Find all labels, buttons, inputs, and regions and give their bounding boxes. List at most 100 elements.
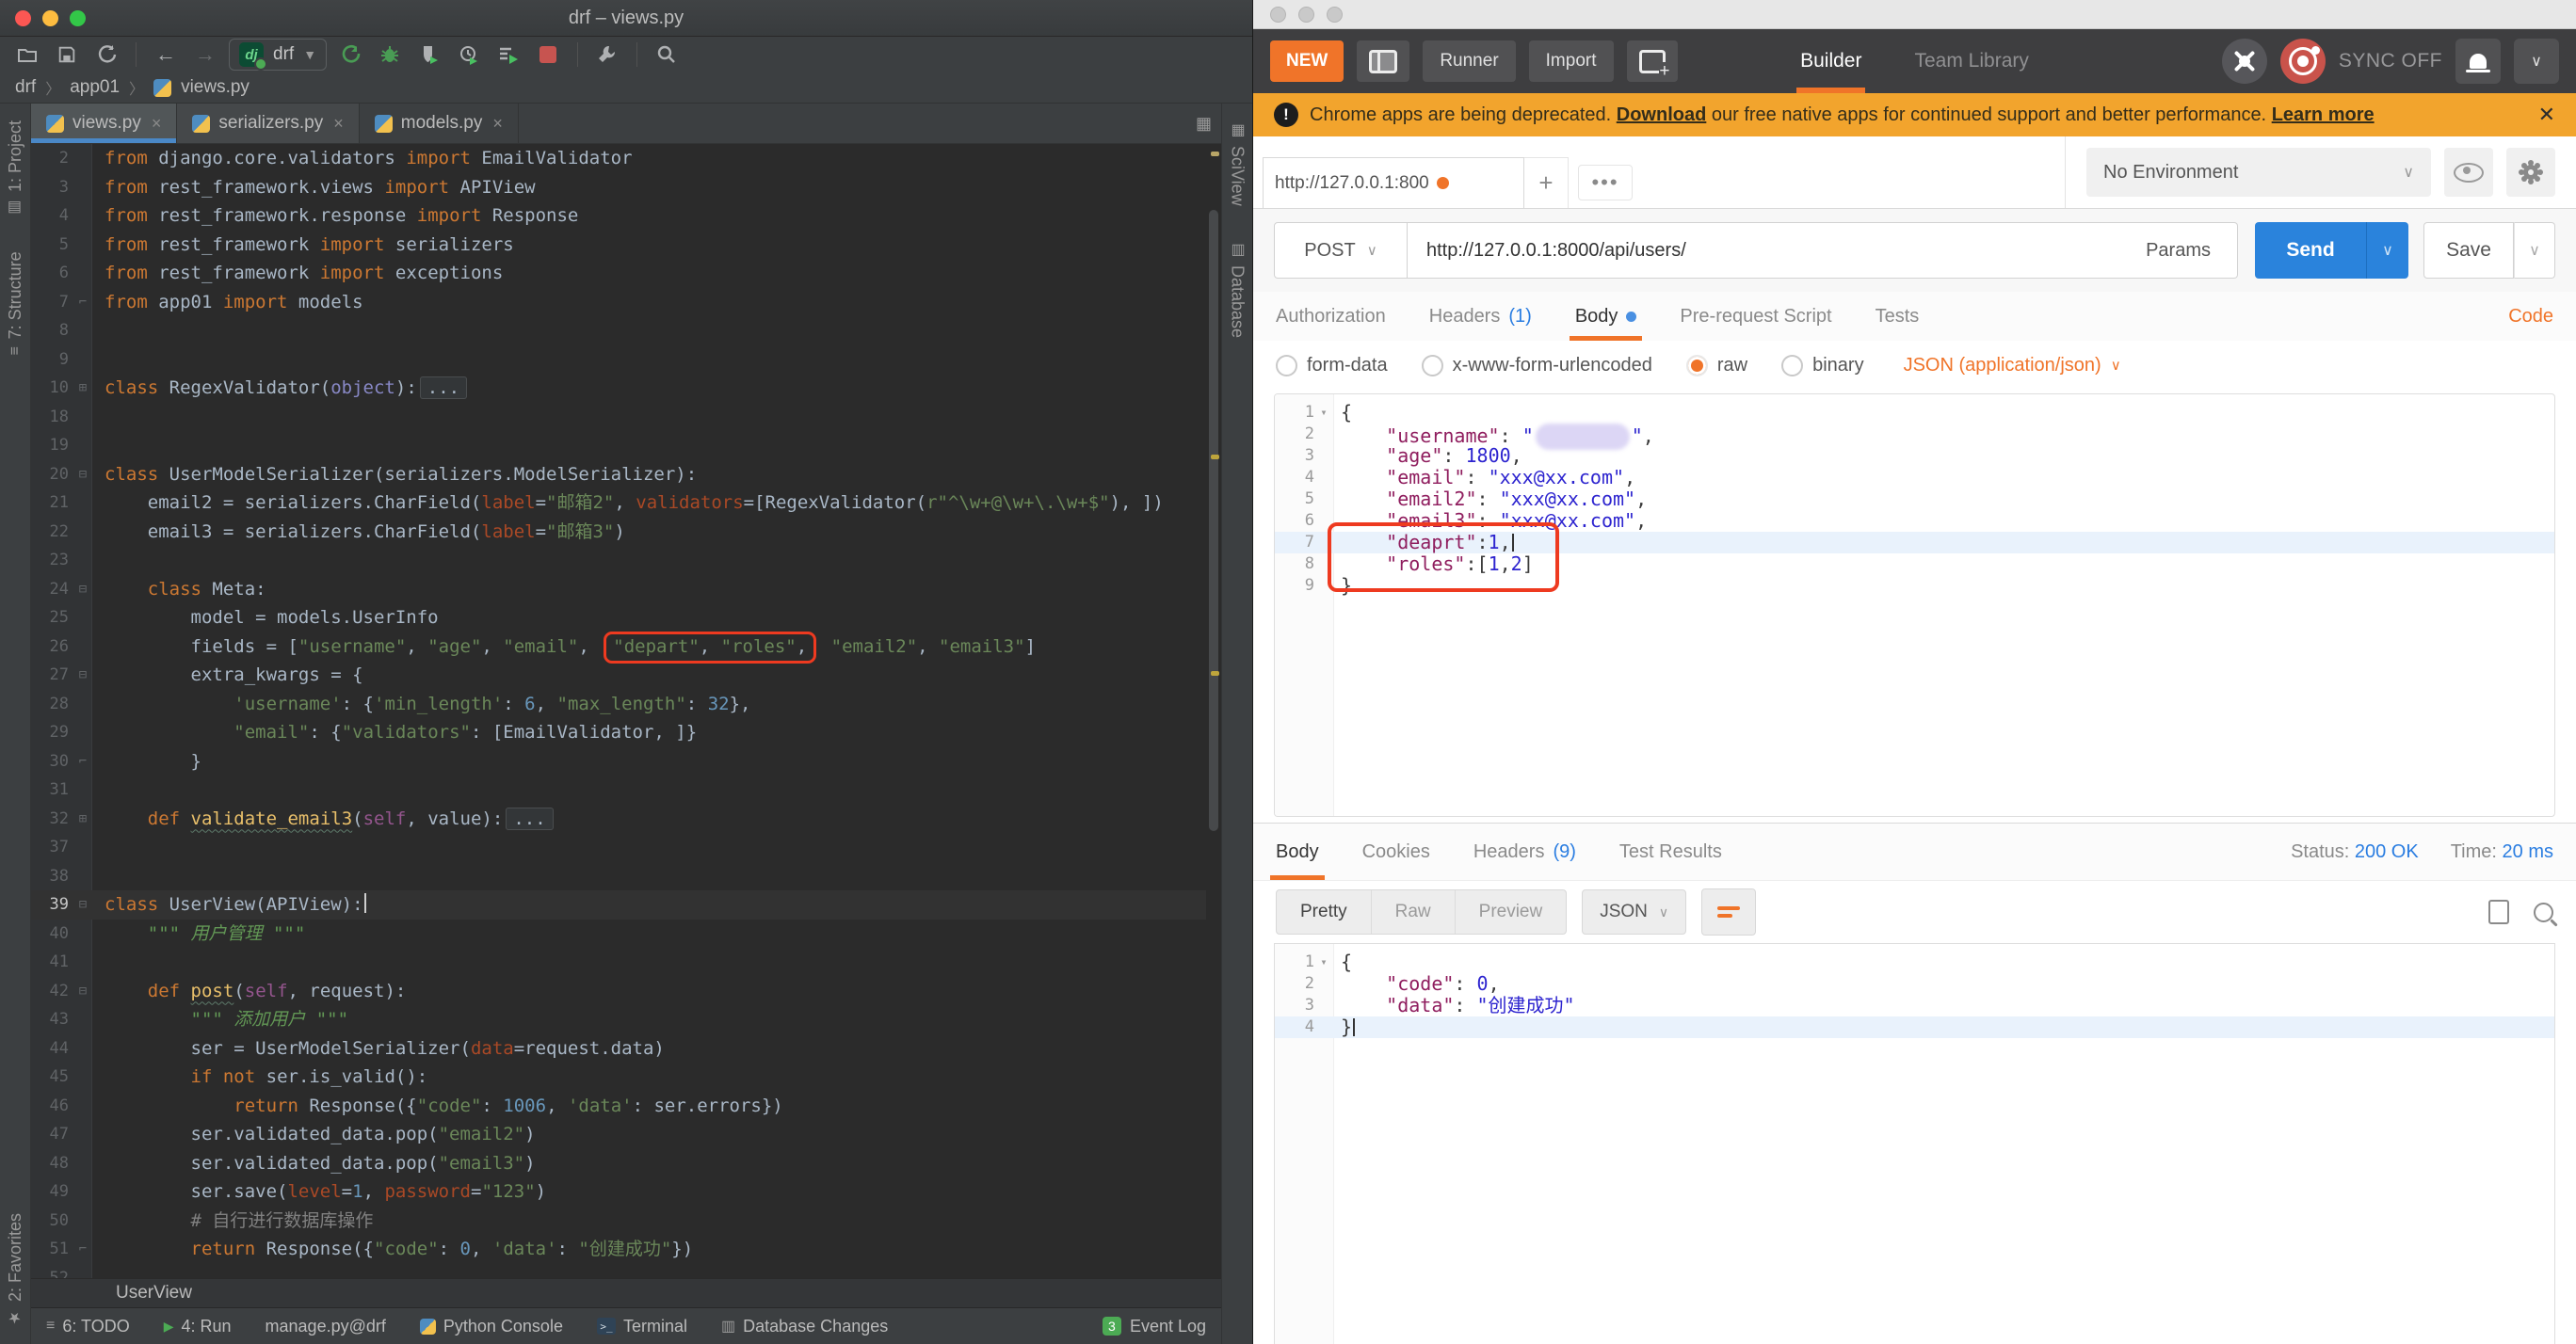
code-line[interactable]: 2 from django.core.validators import Emai… (31, 144, 1221, 173)
code-line[interactable]: 44 ser = UserModelSerializer(data=reques… (31, 1034, 1221, 1064)
learn-more-link[interactable]: Learn more (2272, 104, 2375, 125)
tab-builder[interactable]: Builder (1796, 29, 1866, 93)
code-line[interactable]: 45 if not ser.is_valid(): (31, 1063, 1221, 1092)
stop-icon[interactable] (532, 40, 564, 69)
sync-icon[interactable] (90, 40, 122, 69)
code-link[interactable]: Code (2508, 306, 2553, 328)
code-line[interactable]: 50 # 自行进行数据库操作 (31, 1207, 1221, 1236)
environment-select[interactable]: No Environment ∨ (2086, 148, 2431, 197)
editor-tab-serializers.py[interactable]: serializers.py × (177, 104, 360, 143)
code-line[interactable]: 30 ⌐ } (31, 747, 1221, 776)
response-tab-Body[interactable]: Body (1270, 824, 1325, 880)
wrench-icon[interactable] (591, 40, 623, 69)
response-tab-Test Results[interactable]: Test Results (1619, 824, 1722, 880)
tool-window-button-1: Project[interactable]: ▤ 1: Project (6, 120, 25, 217)
code-line[interactable]: 5 from rest_framework import serializers (31, 231, 1221, 260)
json-line[interactable]: 1 ▾{ (1275, 952, 2554, 973)
scrollbar-thumb[interactable] (1209, 210, 1218, 831)
response-tab-Cookies[interactable]: Cookies (1362, 824, 1430, 880)
new-button[interactable]: NEW (1270, 40, 1344, 82)
code-line[interactable]: 26 fields = ["username", "age", "email",… (31, 631, 1221, 664)
body-mode-raw[interactable]: raw (1685, 354, 1747, 376)
minimize-window-button[interactable] (1298, 6, 1314, 23)
run-icon[interactable] (334, 40, 366, 69)
body-mode-binary[interactable]: binary (1781, 354, 1864, 376)
close-icon[interactable]: ✕ (2538, 103, 2555, 127)
status-item-6: TODO[interactable]: ≡ 6: TODO (46, 1317, 130, 1336)
json-line[interactable]: 9} (1275, 575, 2554, 597)
json-line[interactable]: 7 "deaprt":1, (1275, 532, 2554, 553)
run-with-configuration-icon[interactable] (492, 40, 524, 69)
forward-icon[interactable]: → (189, 40, 221, 69)
editor-layout-icon[interactable]: ▦ (1196, 104, 1221, 143)
status-item-4: Run[interactable]: ▶ 4: Run (164, 1317, 232, 1336)
debug-icon[interactable] (374, 40, 406, 69)
request-tab-Tests[interactable]: Tests (1876, 292, 1920, 341)
code-line[interactable]: 31 (31, 776, 1221, 805)
close-icon[interactable]: × (492, 114, 503, 134)
send-button[interactable]: Send (2255, 222, 2366, 279)
tool-window-button-2: Favorites[interactable]: ★ 2: Favorites (6, 1213, 25, 1327)
back-icon[interactable]: ← (150, 40, 182, 69)
response-format-select[interactable]: JSON ∨ (1582, 889, 1687, 935)
json-line[interactable]: 2 "code": 0, (1275, 973, 2554, 995)
status-item-Database Changes[interactable]: ▥ Database Changes (721, 1317, 888, 1336)
tab-overflow-button[interactable]: ••• (1578, 165, 1633, 200)
save-button[interactable]: Save (2423, 222, 2514, 279)
json-line[interactable]: 3 "age": 1800, (1275, 445, 2554, 467)
code-line[interactable]: 10 ⊞ class RegexValidator(object):... (31, 374, 1221, 403)
code-line[interactable]: 47 ser.validated_data.pop("email2") (31, 1120, 1221, 1149)
request-body-editor[interactable]: 1 ▾{2 "username": " ", 3 "age": 1800, 4 "ema… (1274, 393, 2555, 817)
new-window-button[interactable] (1626, 40, 1678, 82)
request-tab[interactable]: http://127.0.0.1:800 (1263, 157, 1524, 208)
save-icon[interactable] (51, 40, 83, 69)
code-line[interactable]: 32 ⊞ def validate_email3(self, value):... (31, 805, 1221, 834)
json-line[interactable]: 4 "email": "xxx@xx.com", (1275, 467, 2554, 488)
code-line[interactable]: 3 from rest_framework.views import APIVie… (31, 173, 1221, 202)
download-link[interactable]: Download (1617, 104, 1707, 125)
request-tab-Body[interactable]: Body (1569, 292, 1642, 341)
notifications-button[interactable] (2455, 39, 2501, 84)
request-tab-Authorization[interactable]: Authorization (1276, 292, 1386, 341)
code-line[interactable]: 25 model = models.UserInfo (31, 603, 1221, 632)
import-button[interactable]: Import (1528, 40, 1614, 82)
response-tab-Headers[interactable]: Headers (9) (1473, 824, 1576, 880)
runner-button[interactable]: Runner (1423, 40, 1516, 82)
layout-toggle-button[interactable] (1357, 40, 1410, 82)
editor-tab-models.py[interactable]: models.py × (360, 104, 519, 143)
code-line[interactable]: 51 ⌐ return Response({"code": 0, 'data': … (31, 1235, 1221, 1264)
json-line[interactable]: 5 "email2": "xxx@xx.com", (1275, 488, 2554, 510)
view-Pretty[interactable]: Pretty (1277, 890, 1371, 934)
tab-team-library[interactable]: Team Library (1914, 29, 2028, 93)
tool-window-button-SciView[interactable]: ▦ SciView (1228, 120, 1248, 206)
copy-icon[interactable] (2483, 894, 2509, 924)
breadcrumb-file[interactable]: views.py (181, 77, 250, 98)
event-log[interactable]: 3 Event Log (1102, 1317, 1206, 1336)
add-tab-button[interactable]: + (1524, 157, 1569, 208)
body-mode-form-data[interactable]: form-data (1276, 354, 1388, 376)
send-options-button[interactable]: ∨ (2366, 222, 2408, 279)
code-line[interactable]: 18 (31, 403, 1221, 432)
code-line[interactable]: 29 "email": {"validators": [EmailValidat… (31, 718, 1221, 747)
code-line[interactable]: 40 """ 用户管理 """ (31, 920, 1221, 949)
interceptor-button[interactable] (2221, 39, 2267, 84)
code-line[interactable]: 9 (31, 345, 1221, 375)
params-button[interactable]: Params (2119, 240, 2237, 262)
view-Preview[interactable]: Preview (1454, 890, 1567, 934)
code-line[interactable]: 52 (31, 1264, 1221, 1279)
settings-button[interactable] (2506, 148, 2555, 197)
status-item-manage.py@drf[interactable]: manage.py@drf (266, 1317, 386, 1336)
code-line[interactable]: 49 ser.save(level=1, password="123") (31, 1177, 1221, 1207)
response-body-editor[interactable]: 1 ▾{2 "code": 0, 3 "data": "创建成功" 4} (1274, 943, 2555, 1344)
editor-tab-views.py[interactable]: views.py × (31, 104, 178, 143)
close-icon[interactable]: × (333, 114, 344, 134)
body-mode-x-www-form-urlencoded[interactable]: x-www-form-urlencoded (1421, 354, 1652, 376)
menu-chevron-button[interactable]: ∨ (2514, 39, 2559, 84)
json-line[interactable]: 4} (1275, 1016, 2554, 1038)
json-line[interactable]: 2 "username": " ", (1275, 424, 2554, 450)
coverage-icon[interactable] (413, 40, 445, 69)
json-line[interactable]: 3 "data": "创建成功" (1275, 995, 2554, 1016)
code-editor[interactable]: 2 from django.core.validators import Emai… (31, 144, 1221, 1278)
code-line[interactable]: 42 ⊟ def post(self, request): (31, 977, 1221, 1006)
json-line[interactable]: 6 "email3": "xxx@xx.com", (1275, 510, 2554, 532)
